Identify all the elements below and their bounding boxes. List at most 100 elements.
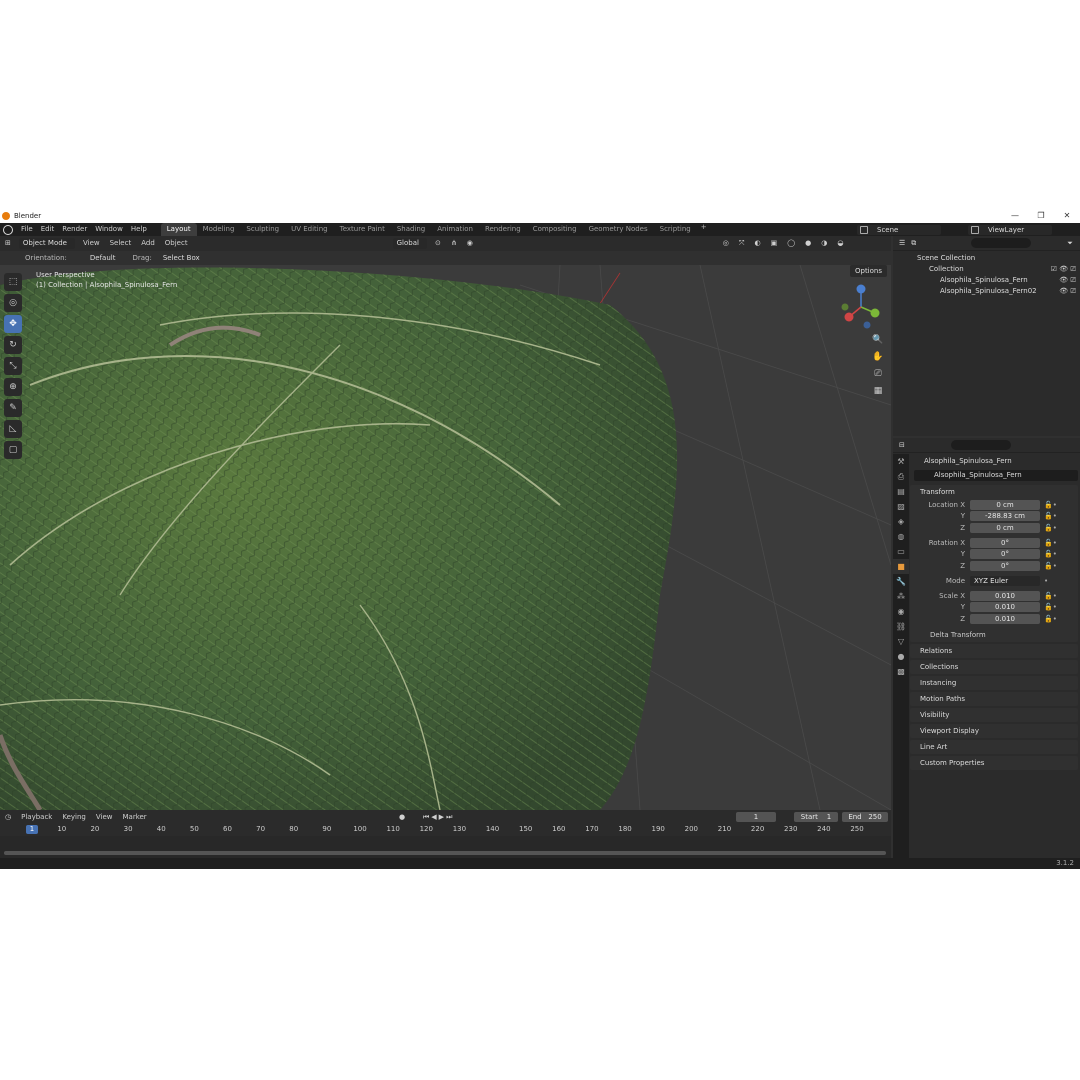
collapsed-panel-header[interactable]: Motion Paths xyxy=(910,692,1078,706)
options-button[interactable]: Options xyxy=(849,265,887,277)
gizmo-icon[interactable]: ⤧ xyxy=(734,236,750,251)
menu-playback[interactable]: Playback xyxy=(16,813,57,821)
add-workspace-icon[interactable]: + xyxy=(697,223,711,236)
object-visibility-icon[interactable]: 👁 ⎚ xyxy=(1059,275,1076,286)
lock-icon[interactable]: 🔓• xyxy=(1044,562,1057,570)
outliner-search-input[interactable] xyxy=(971,238,1032,248)
current-frame-field[interactable]: 1 xyxy=(736,812,776,822)
tab-compositing[interactable]: Compositing xyxy=(527,223,583,236)
xray-icon[interactable]: ▣ xyxy=(766,236,783,251)
tab-layout[interactable]: Layout xyxy=(160,223,197,236)
pivot-icon[interactable]: ⊙ xyxy=(430,236,446,251)
timeline-editor-icon[interactable]: ◷ xyxy=(0,813,16,821)
tab-sculpting[interactable]: Sculpting xyxy=(240,223,285,236)
lock-icon[interactable]: 🔓• xyxy=(1044,603,1057,611)
lock-icon[interactable]: 🔓• xyxy=(1044,512,1057,520)
tab-rendering[interactable]: Rendering xyxy=(479,223,527,236)
transform-panel-header[interactable]: Transform xyxy=(910,485,1078,499)
menu-timeline-view[interactable]: View xyxy=(91,813,118,821)
outliner-object-row[interactable]: Alsophila_Spinulosa_Fern02 👁 ⎚ xyxy=(893,286,1080,297)
blender-menu-icon[interactable] xyxy=(3,224,13,235)
lock-icon[interactable]: 🔓• xyxy=(1044,524,1057,532)
menu-view[interactable]: View xyxy=(78,236,105,251)
collapsed-panel-header[interactable]: Instancing xyxy=(910,676,1078,690)
proportional-edit-icon[interactable]: ◉ xyxy=(462,236,478,251)
delta-transform-subpanel[interactable]: Delta Transform xyxy=(910,628,1078,642)
properties-editor-icon[interactable]: ⊟ xyxy=(893,441,911,449)
world-tab-icon[interactable]: ◍ xyxy=(893,529,909,544)
mode-dropdown[interactable]: Object Mode xyxy=(18,238,75,249)
tab-animation[interactable]: Animation xyxy=(431,223,479,236)
object-visibility-icon[interactable]: 👁 ⎚ xyxy=(1059,286,1076,297)
menu-object[interactable]: Object xyxy=(160,236,193,251)
solid-shading-icon[interactable]: ● xyxy=(800,236,816,251)
pan-hand-icon[interactable]: ✋ xyxy=(871,350,885,364)
collapsed-panel-header[interactable]: Relations xyxy=(910,644,1078,658)
navigation-gizmo[interactable] xyxy=(837,283,887,333)
timeline-body[interactable] xyxy=(0,836,891,858)
properties-search-input[interactable] xyxy=(950,440,1011,450)
visibility-icon[interactable]: ◎ xyxy=(718,236,734,251)
scene-collection-row[interactable]: Scene Collection xyxy=(893,253,1080,264)
menu-edit[interactable]: Edit xyxy=(37,223,59,236)
tab-modeling[interactable]: Modeling xyxy=(197,223,241,236)
menu-keying[interactable]: Keying xyxy=(57,813,91,821)
rotate-icon[interactable]: ↻ xyxy=(4,336,22,354)
rotation-mode-dropdown[interactable]: XYZ Euler xyxy=(970,575,1040,586)
menu-help[interactable]: Help xyxy=(127,223,151,236)
tool-tab-icon[interactable]: ⚒ xyxy=(893,454,909,469)
location-z-field[interactable]: 0 cm xyxy=(970,522,1040,533)
menu-select[interactable]: Select xyxy=(105,236,137,251)
tab-scripting[interactable]: Scripting xyxy=(654,223,697,236)
close-icon[interactable]: ✕ xyxy=(1054,209,1080,223)
playback-controls-icon[interactable]: ⏮◀▶⏭ xyxy=(418,813,459,822)
scale-x-field[interactable]: 0.010 xyxy=(970,590,1040,601)
minimize-icon[interactable]: — xyxy=(1002,209,1028,223)
menu-render[interactable]: Render xyxy=(58,223,91,236)
orientation-dropdown[interactable]: Default xyxy=(84,254,122,262)
rotation-z-field[interactable]: 0° xyxy=(970,560,1040,571)
scene-tab-icon[interactable]: ◈ xyxy=(893,514,909,529)
maximize-icon[interactable]: ❐ xyxy=(1028,209,1054,223)
move-icon[interactable]: ✥ xyxy=(4,315,22,333)
outliner-display-icon[interactable]: ⧉ xyxy=(911,239,916,248)
rendered-shading-icon[interactable]: ◒ xyxy=(832,236,848,251)
lock-icon[interactable]: 🔓• xyxy=(1044,539,1057,547)
lock-icon[interactable]: 🔓• xyxy=(1044,615,1057,623)
output-tab-icon[interactable]: ▤ xyxy=(893,484,909,499)
physics-tab-icon[interactable]: ◉ xyxy=(893,604,909,619)
tab-shading[interactable]: Shading xyxy=(391,223,431,236)
scale-z-field[interactable]: 0.010 xyxy=(970,613,1040,624)
wireframe-shading-icon[interactable]: ◯ xyxy=(782,236,800,251)
lock-icon[interactable]: 🔓• xyxy=(1044,592,1057,600)
collection-tab-icon[interactable]: ▭ xyxy=(893,544,909,559)
current-frame-marker[interactable]: 1 xyxy=(26,825,38,834)
lock-icon[interactable]: 🔓• xyxy=(1044,550,1057,558)
location-y-field[interactable]: -288.83 cm xyxy=(970,511,1040,521)
snap-icon[interactable]: ⋔ xyxy=(446,236,462,251)
drag-dropdown[interactable]: Select Box xyxy=(157,254,206,262)
tab-uv-editing[interactable]: UV Editing xyxy=(285,223,334,236)
rotation-x-field[interactable]: 0° xyxy=(970,537,1040,548)
view-layer-tab-icon[interactable]: ▨ xyxy=(893,499,909,514)
constraints-tab-icon[interactable]: ⛓ xyxy=(893,619,909,634)
annotate-icon[interactable]: ✎ xyxy=(4,399,22,417)
material-tab-icon[interactable]: ● xyxy=(893,649,909,664)
scene-selector[interactable]: Scene xyxy=(857,225,941,235)
lock-icon[interactable]: 🔓• xyxy=(1044,501,1057,509)
overlay-icon[interactable]: ◐ xyxy=(750,236,766,251)
measure-icon[interactable]: ◺ xyxy=(4,420,22,438)
start-frame-field[interactable]: Start 1 xyxy=(794,812,838,822)
collapsed-panel-header[interactable]: Custom Properties xyxy=(910,756,1078,770)
render-tab-icon[interactable]: ⎙ xyxy=(893,469,909,484)
keyframe-dot-icon[interactable]: • xyxy=(1044,577,1048,585)
timeline-scrollbar[interactable] xyxy=(4,851,886,855)
data-tab-icon[interactable]: ▽ xyxy=(893,634,909,649)
add-cube-icon[interactable]: ▢ xyxy=(4,441,22,459)
editor-type-icon[interactable]: ⊞ xyxy=(0,236,16,251)
menu-window[interactable]: Window xyxy=(91,223,127,236)
cursor-icon[interactable]: ◎ xyxy=(4,294,22,312)
transform-icon[interactable]: ⊕ xyxy=(4,378,22,396)
record-icon[interactable]: ● xyxy=(394,813,410,821)
collection-toggles-icon[interactable]: ☑ 👁 ⎚ xyxy=(1051,264,1076,275)
